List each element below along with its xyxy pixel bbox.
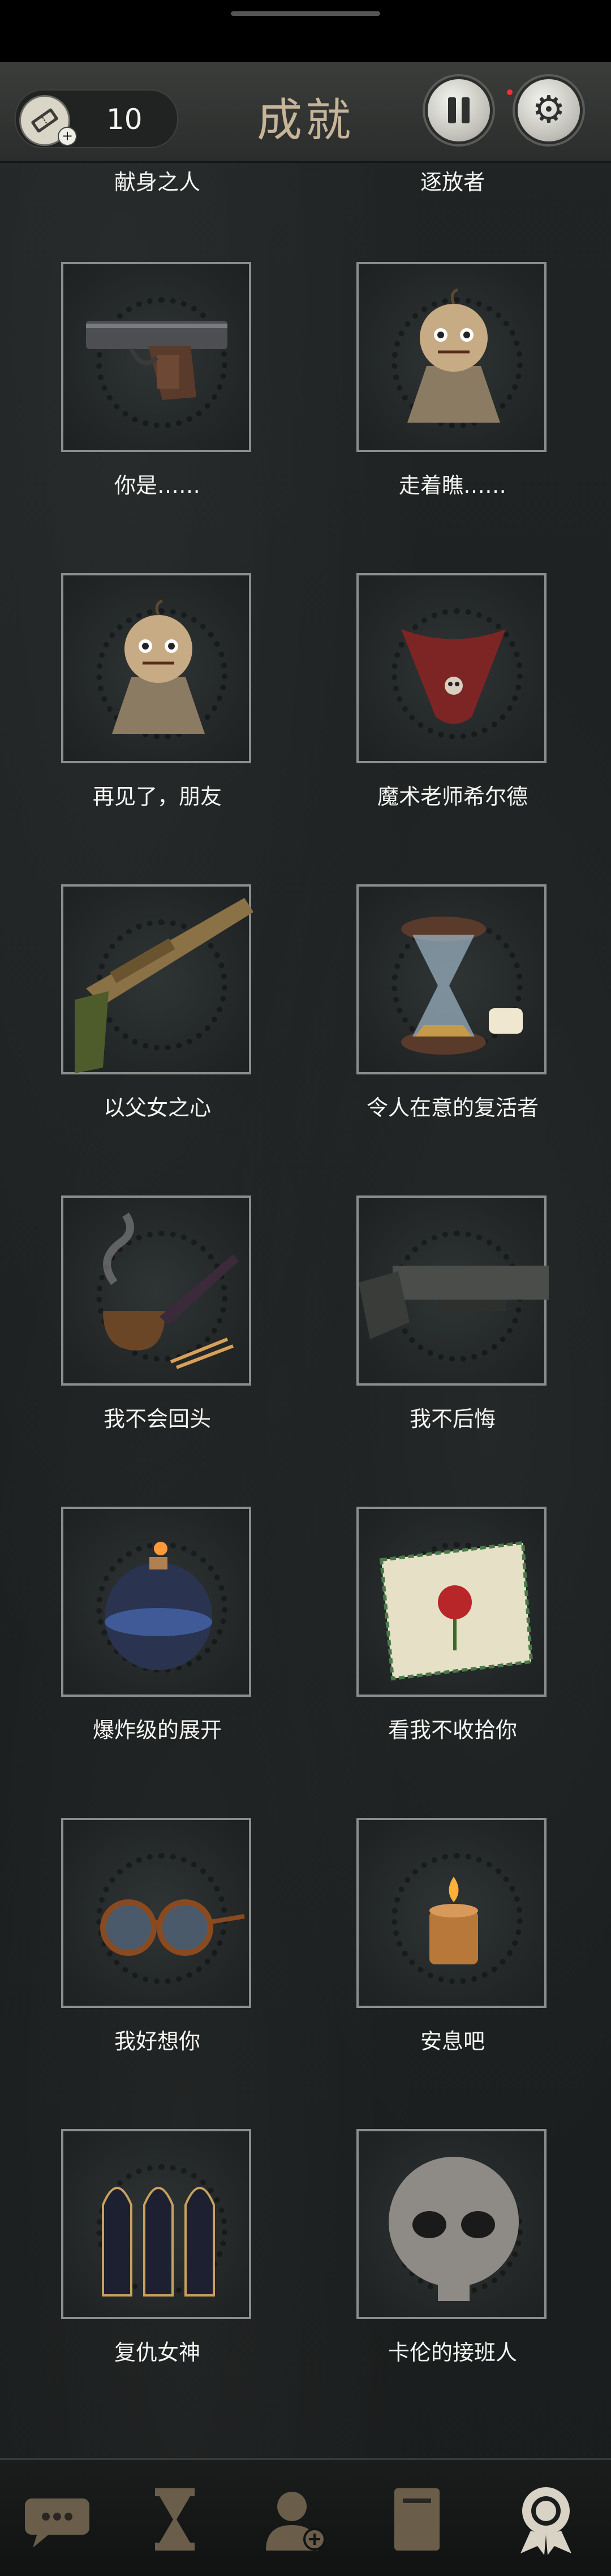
candle-icon xyxy=(429,1877,478,1964)
glasses-icon xyxy=(100,1899,245,1956)
tab-chat[interactable] xyxy=(20,2483,94,2556)
achievement-label: 卡伦的接班人 xyxy=(388,2340,517,2365)
tab-achievements[interactable] xyxy=(509,2483,583,2556)
achievement-card-pistol[interactable] xyxy=(61,262,251,452)
achievement-card-candle[interactable] xyxy=(356,1818,547,2008)
achievement-label: 你是…… xyxy=(114,473,200,498)
hourglass-icon xyxy=(155,2488,195,2551)
chat-icon xyxy=(25,2498,89,2548)
book-icon xyxy=(394,2488,440,2551)
achievement-label: 走着瞧…… xyxy=(398,473,506,498)
pause-button[interactable] xyxy=(428,79,490,141)
tab-add-contact[interactable] xyxy=(259,2483,333,2556)
achievement-card-bandana[interactable] xyxy=(356,573,547,763)
achievement-card-glasses[interactable] xyxy=(61,1818,251,2008)
achievement-card-doll[interactable] xyxy=(61,573,251,763)
settings-button[interactable]: ⚙ xyxy=(518,79,580,141)
tab-book[interactable] xyxy=(380,2483,454,2556)
achievement-label: 令人在意的复活者 xyxy=(366,1095,539,1120)
achievement-card-bomb[interactable] xyxy=(61,1507,251,1697)
tab-hourglass[interactable] xyxy=(138,2483,212,2556)
achievement-label: 我不后悔 xyxy=(409,1407,496,1431)
achievement-label: 复仇女神 xyxy=(114,2340,200,2365)
achievement-label: 爆炸级的展开 xyxy=(92,1718,222,1743)
achievement-label: 以父女之心 xyxy=(103,1095,211,1120)
rifle-icon xyxy=(359,1266,549,1339)
bomb-icon xyxy=(105,1542,212,1670)
achievement-label: 逐放者 xyxy=(420,170,485,195)
doll-icon xyxy=(112,599,205,734)
achievement-label: 再见了，朋友 xyxy=(92,784,222,809)
achievement-label: 看我不收拾你 xyxy=(388,1718,517,1743)
pistol-icon xyxy=(86,321,227,400)
medal-icon xyxy=(520,2487,571,2555)
achievement-card-shotgun[interactable] xyxy=(61,884,253,1074)
bandana-icon xyxy=(401,629,506,724)
hourglass-icon xyxy=(401,917,523,1055)
notification-dot xyxy=(507,89,513,95)
shotgun-icon xyxy=(75,898,253,1073)
bottom-tab-bar xyxy=(0,2458,611,2576)
achievement-card-hourglass[interactable] xyxy=(356,884,547,1074)
achievement-label: 我不会回头 xyxy=(103,1407,211,1431)
bullets-icon xyxy=(102,2187,215,2297)
notch-indicator xyxy=(231,11,380,16)
achievement-card-rifle[interactable] xyxy=(356,1195,549,1386)
pipe-icon xyxy=(103,1212,239,1369)
achievement-card-handkerchief[interactable] xyxy=(356,1507,547,1697)
achievement-card-pipe[interactable] xyxy=(61,1195,251,1386)
achievement-card-skull[interactable] xyxy=(356,2129,547,2319)
achievement-label: 魔术老师希尔德 xyxy=(377,784,528,809)
achievement-label: 献身之人 xyxy=(114,170,200,195)
status-bar xyxy=(0,0,611,62)
achievement-label: 我好想你 xyxy=(114,2029,200,2054)
header: + 10 成就 ⚙ xyxy=(0,62,611,163)
achievement-card-bullets[interactable] xyxy=(61,2129,251,2319)
doll-icon xyxy=(407,288,500,423)
gear-icon: ⚙ xyxy=(532,88,566,131)
add-contact-icon xyxy=(266,2492,326,2551)
achievement-card-doll[interactable] xyxy=(356,262,547,452)
achievement-label: 安息吧 xyxy=(420,2029,485,2054)
pause-icon xyxy=(448,97,456,123)
rose-handkerchief-icon xyxy=(379,1541,533,1681)
skull-icon xyxy=(389,2157,519,2301)
achievement-grid: 献身之人 逐放者 你是…… 走着瞧…… 再见了，朋友 魔术老师希尔德 以父女之心… xyxy=(0,161,611,2458)
